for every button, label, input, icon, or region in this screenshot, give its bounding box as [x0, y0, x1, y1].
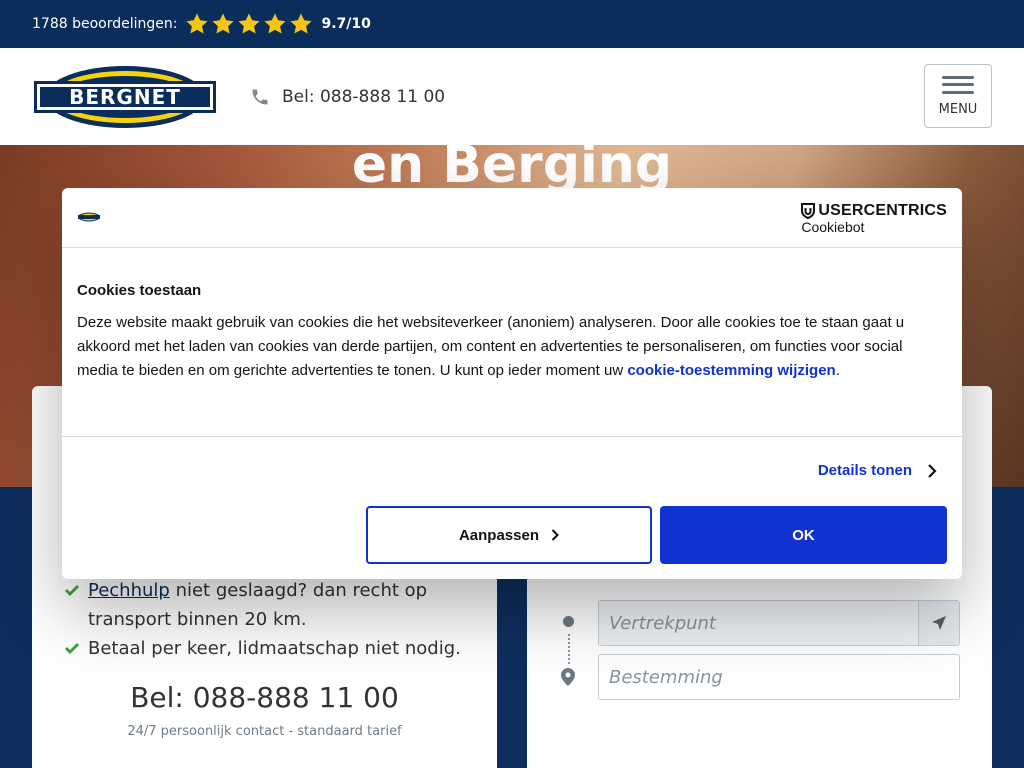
- cookie-dialog-body: Cookies toestaan Deze website maakt gebr…: [77, 282, 947, 383]
- ok-button[interactable]: OK: [660, 506, 947, 564]
- show-details-label: Details tonen: [817, 462, 912, 479]
- cookie-overlay: USERCENTRICS Cookiebot Cookies toestaan …: [0, 0, 1024, 768]
- customize-label: Aanpassen: [458, 526, 540, 544]
- chevron-right-icon: [551, 529, 559, 541]
- usercentrics-name: USERCENTRICS: [818, 202, 947, 219]
- customize-button[interactable]: Aanpassen: [366, 506, 652, 564]
- usercentrics-branding[interactable]: USERCENTRICS Cookiebot: [801, 202, 947, 235]
- chevron-right-icon: [928, 463, 937, 478]
- shield-icon: [801, 203, 816, 219]
- cookie-dialog: USERCENTRICS Cookiebot Cookies toestaan …: [62, 188, 962, 579]
- bergnet-mini-logo: [78, 212, 100, 222]
- cookie-consent-link[interactable]: cookie-toestemming wijzigen: [627, 362, 835, 379]
- divider: [62, 436, 962, 437]
- cookie-dialog-header: USERCENTRICS Cookiebot: [62, 188, 962, 248]
- show-details-button[interactable]: Details tonen: [818, 462, 938, 479]
- cookie-text-end: .: [835, 362, 840, 379]
- cookie-title: Cookies toestaan: [77, 282, 202, 299]
- cookiebot-label: Cookiebot: [801, 219, 865, 235]
- cookie-text: Deze website maakt gebruik van cookies d…: [77, 311, 947, 383]
